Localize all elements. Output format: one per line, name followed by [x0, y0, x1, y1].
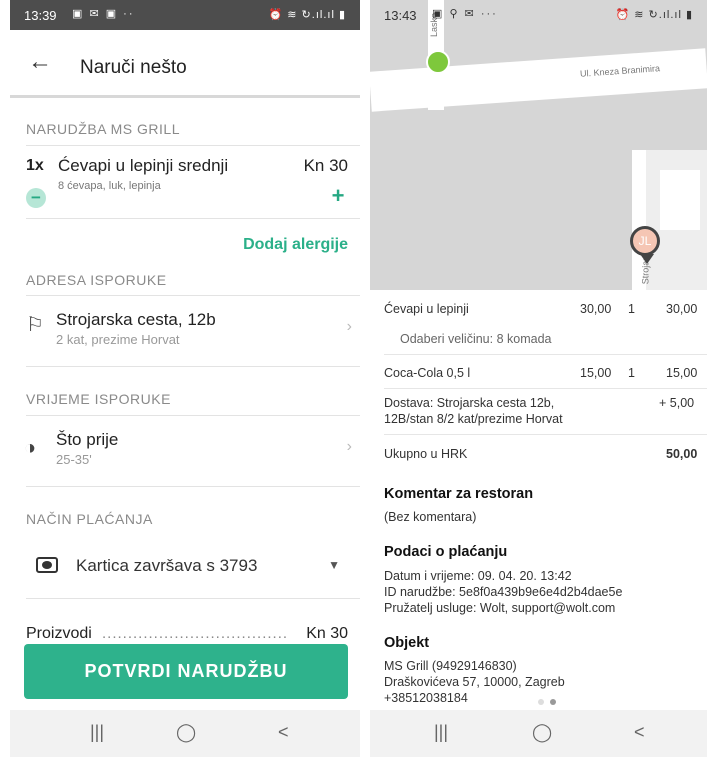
time-section-title: VRIJEME ISPORUKE — [26, 391, 171, 407]
payment-info-title: Podaci o plaćanju — [384, 544, 508, 560]
page-title: Naruči nešto — [80, 57, 187, 78]
home-icon[interactable]: ◯ — [176, 722, 196, 743]
total-dots: ........................................… — [102, 625, 287, 642]
back-arrow-icon[interactable]: ← — [28, 48, 52, 76]
item-price: Kn 30 — [303, 156, 348, 175]
row-qty: 1 — [628, 302, 635, 316]
confirm-order-button[interactable]: POTVRDI NARUDŽBU — [24, 644, 348, 699]
restaurant-pin-icon — [426, 50, 450, 74]
delivery-time-sub: 25-35' — [56, 452, 92, 467]
home-icon[interactable]: ◯ — [532, 722, 552, 743]
system-icons: ⏰ ≋ ↻.ıl.ıl ▮ — [268, 9, 346, 21]
status-bar: 13:39 ▣ ✉ ▣ ·· ⏰ ≋ ↻.ıl.ıl ▮ — [10, 0, 360, 30]
payment-card-label: Kartica završava s 3793 — [76, 556, 258, 575]
page-indicator — [538, 692, 562, 710]
system-icons: ⏰ ≋ ↻.ıl.ıl ▮ — [615, 9, 693, 21]
status-time: 13:39 — [24, 8, 57, 23]
back-icon[interactable]: < — [634, 722, 645, 743]
divider — [26, 598, 360, 599]
object-line: +38512038184 — [384, 691, 468, 705]
receipt-screen: Ul. Kneza Branimira Strojar Lasko JL 13:… — [370, 0, 707, 757]
recents-icon[interactable]: ||| — [434, 722, 448, 743]
chevron-right-icon: › — [346, 318, 352, 335]
delivery-line: 12B/stan 8/2 kat/prezime Horvat — [384, 412, 563, 426]
payment-section-title: NAČIN PLAĆANJA — [26, 511, 153, 527]
divider — [384, 388, 707, 389]
flag-icon: ⚐ — [26, 314, 44, 336]
object-line: Draškovićeva 57, 10000, Zagreb — [384, 675, 565, 689]
divider — [26, 366, 360, 367]
divider — [384, 434, 707, 435]
map-road — [660, 170, 700, 230]
divider — [26, 218, 360, 219]
row-qty: 1 — [628, 366, 635, 380]
delivery-time-main: Što prije — [56, 430, 119, 449]
nav-bar: ||| ◯ < — [10, 710, 360, 757]
row-name: Ćevapi u lepinji — [384, 302, 469, 316]
payment-info-line: Datum i vrijeme: 09. 04. 20. 13:42 — [384, 569, 572, 583]
comment-title: Komentar za restoran — [384, 486, 534, 502]
plus-icon[interactable]: + — [328, 185, 348, 207]
nav-bar: ||| ◯ < — [370, 710, 707, 757]
address-sub: 2 kat, prezime Horvat — [56, 332, 180, 347]
divider — [26, 486, 360, 487]
clock-icon: ◑ — [24, 437, 37, 459]
back-icon[interactable]: < — [278, 722, 289, 743]
row-price: 15,00 — [580, 366, 612, 380]
recents-icon[interactable]: ||| — [90, 722, 104, 743]
object-line: MS Grill (94929146830) — [384, 659, 517, 673]
map-pin-icon: JL — [630, 226, 660, 264]
comment-text: (Bez komentara) — [384, 510, 477, 524]
notification-icons: ▣ ✉ ▣ ·· — [72, 8, 135, 20]
map[interactable]: Ul. Kneza Branimira Strojar Lasko JL — [370, 0, 707, 290]
sum-label: Ukupno u HRK — [384, 447, 468, 461]
total-value: Kn 30 — [306, 625, 348, 642]
minus-icon[interactable]: − — [26, 188, 46, 208]
payment-info-line: ID narudžbe: 5e8f0a439b9e6e4d2b4dae5e — [384, 585, 623, 599]
chevron-right-icon: › — [346, 438, 352, 455]
row-name: Coca-Cola 0,5 l — [384, 366, 471, 380]
delivery-line: Dostava: Strojarska cesta 12b, — [384, 396, 555, 410]
payment-info-line: Pružatelj usluge: Wolt, support@wolt.com — [384, 601, 616, 615]
total-label: Proizvodi — [26, 625, 92, 642]
status-bar: 13:43 ▣ ⚲ ✉ ··· ⏰ ≋ ↻.ıl.ıl ▮ — [370, 0, 707, 30]
delivery-total: + 5,00 — [659, 396, 695, 410]
divider — [26, 145, 360, 146]
divider — [26, 295, 360, 296]
status-time: 13:43 — [384, 8, 417, 23]
sum-value: 50,00 — [666, 447, 698, 461]
item-quantity: 1x — [26, 157, 44, 174]
object-title: Objekt — [384, 635, 430, 651]
address-main: Strojarska cesta, 12b — [56, 310, 216, 329]
row-price: 30,00 — [580, 302, 612, 316]
row-total: 30,00 — [666, 302, 698, 316]
map-road — [370, 48, 707, 112]
divider — [384, 354, 707, 355]
add-allergies-link[interactable]: Dodaj alergije — [243, 236, 348, 254]
item-name: Ćevapi u lepinji srednji — [58, 156, 229, 175]
address-section-title: ADRESA ISPORUKE — [26, 272, 167, 288]
item-option: Odaberi veličinu: 8 komada — [400, 332, 552, 346]
divider — [26, 415, 360, 416]
order-section-title: NARUDŽBA MS GRILL — [26, 121, 180, 137]
row-total: 15,00 — [666, 366, 698, 380]
notification-icons: ▣ ⚲ ✉ ··· — [432, 8, 498, 20]
order-screen: 13:39 ▣ ✉ ▣ ·· ⏰ ≋ ↻.ıl.ıl ▮ ← Naruči ne… — [10, 0, 360, 757]
caret-down-icon: ▼ — [328, 558, 340, 572]
card-icon — [36, 557, 58, 573]
app-bar: ← Naruči nešto — [10, 30, 360, 98]
item-description: 8 ćevapa, luk, lepinja — [58, 180, 161, 192]
